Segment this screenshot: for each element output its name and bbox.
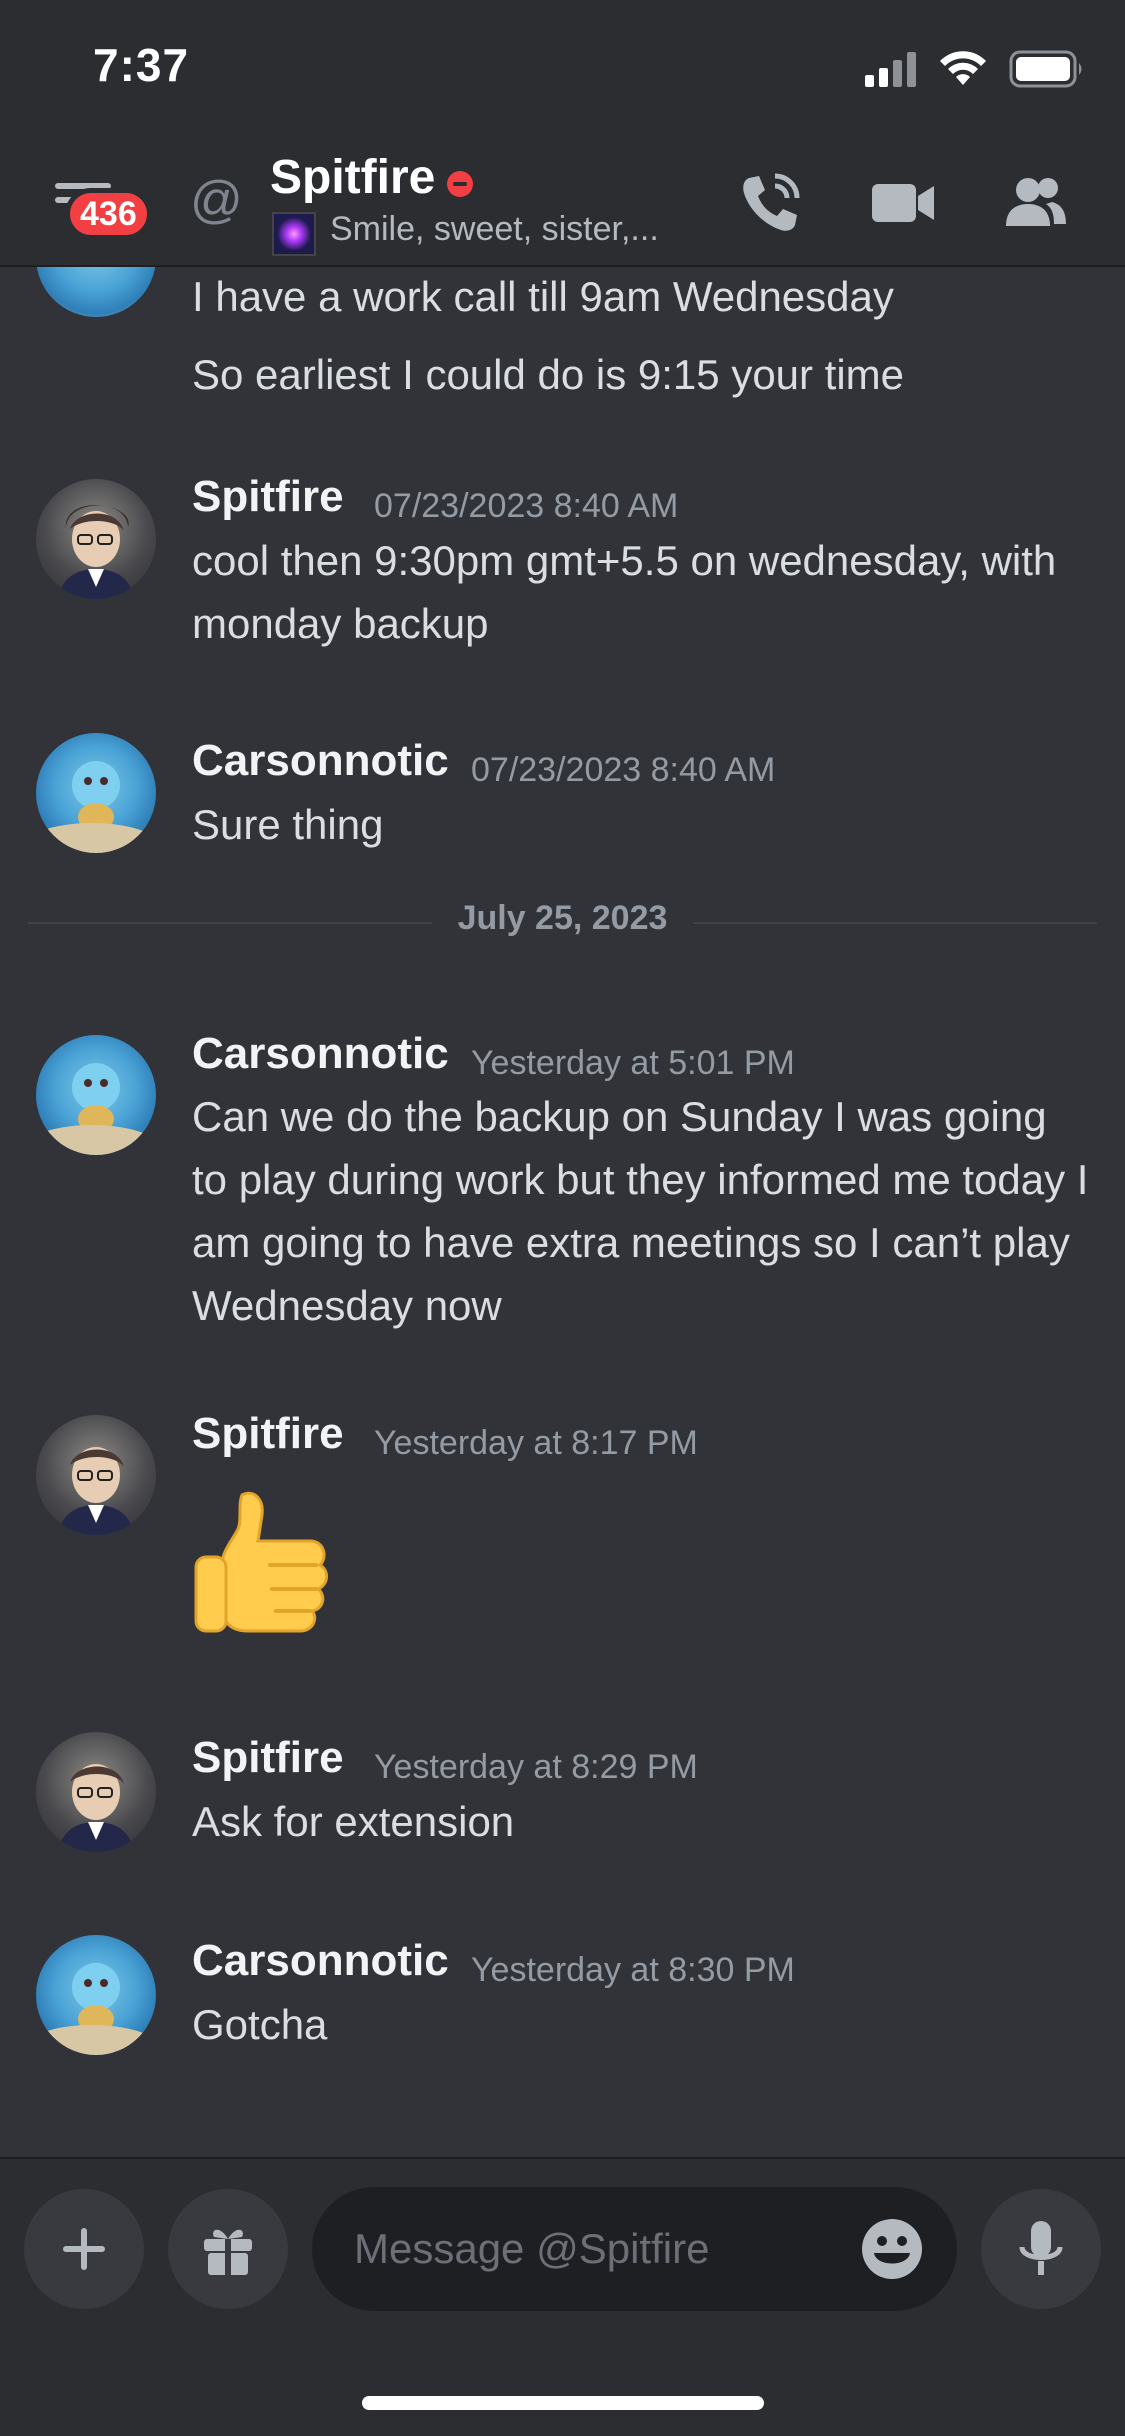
custom-status-text[interactable]: Smile, sweet, sister,... [330, 210, 659, 249]
gift-icon [204, 2229, 252, 2275]
avatar[interactable] [36, 1732, 156, 1852]
voice-call-icon[interactable] [735, 168, 805, 238]
message-author[interactable]: Spitfire [192, 1409, 344, 1459]
message-composer [0, 2157, 1125, 2436]
avatar-portrait-icon [58, 1447, 134, 1535]
avatar-character-icon [36, 761, 156, 853]
message-text: Ask for extension [192, 1798, 515, 1845]
status-bar: 7:37 [0, 0, 1125, 140]
message-author[interactable]: Carsonnotic [192, 1029, 449, 1079]
status-time: 7:37 [93, 39, 190, 91]
message-author[interactable]: Spitfire [192, 472, 344, 522]
emoji-icon[interactable] [860, 2217, 924, 2281]
date-divider: July 25, 2023 [0, 899, 1125, 938]
video-call-icon[interactable] [868, 168, 938, 238]
attach-button[interactable] [24, 2189, 144, 2309]
voice-message-button[interactable] [981, 2189, 1101, 2309]
members-icon[interactable] [1000, 168, 1070, 238]
wifi-icon [940, 51, 986, 85]
thumbs-up-emoji-icon [194, 1491, 328, 1633]
avatar[interactable] [36, 1035, 156, 1155]
message-text: cool then 9:30pm gmt+5.5 on wednesday, w… [192, 537, 1057, 647]
app-screen: 7:37 436 @ Spitfire Smile, sweet, sister… [0, 0, 1125, 2436]
message-author[interactable]: Carsonnotic [192, 1936, 449, 1986]
date-divider-label: July 25, 2023 [431, 899, 694, 937]
avatar-character-icon [36, 1063, 156, 1155]
message-timestamp: 07/23/2023 8:40 AM [471, 751, 776, 789]
avatar[interactable] [36, 1935, 156, 2055]
avatar-portrait-icon [58, 505, 134, 599]
message-author[interactable]: Spitfire [192, 1733, 344, 1783]
message-timestamp: Yesterday at 8:29 PM [374, 1748, 698, 1786]
at-icon: @ [190, 171, 243, 229]
status-icons [865, 50, 1085, 88]
unread-badge[interactable]: 436 [65, 188, 152, 240]
dm-username[interactable]: Spitfire [270, 150, 435, 205]
home-indicator[interactable] [362, 2396, 764, 2410]
message-text: Sure thing [192, 801, 384, 848]
microphone-icon [1019, 2221, 1063, 2275]
message-timestamp: 07/23/2023 8:40 AM [374, 487, 679, 525]
avatar-character-icon [36, 1963, 156, 2055]
message-timestamp: Yesterday at 5:01 PM [471, 1044, 795, 1082]
message-timestamp: Yesterday at 8:30 PM [471, 1951, 795, 1989]
message-text: Can we do the backup on Sunday I was goi… [192, 1093, 1089, 1329]
plus-icon [63, 2228, 105, 2270]
channel-header: 436 @ Spitfire Smile, sweet, sister,... [0, 140, 1125, 267]
message-timestamp: Yesterday at 8:17 PM [374, 1424, 698, 1462]
avatar[interactable] [36, 733, 156, 853]
message-text: So earliest I could do is 9:15 your time [192, 351, 905, 398]
custom-status-emoji-icon [272, 212, 316, 256]
cellular-signal-icon [865, 52, 916, 87]
avatar[interactable] [36, 267, 156, 317]
dnd-status-icon [447, 171, 473, 197]
message-author[interactable]: Carsonnotic [192, 736, 449, 786]
message-text: Gotcha [192, 2001, 328, 2048]
message-list[interactable]: I have a work call till 9am Wednesday So… [0, 267, 1125, 2157]
avatar-portrait-icon [58, 1764, 134, 1852]
avatar[interactable] [36, 1415, 156, 1535]
battery-icon [1009, 50, 1082, 88]
gift-button[interactable] [168, 2189, 288, 2309]
message-text: I have a work call till 9am Wednesday [192, 273, 894, 320]
avatar[interactable] [36, 479, 156, 599]
